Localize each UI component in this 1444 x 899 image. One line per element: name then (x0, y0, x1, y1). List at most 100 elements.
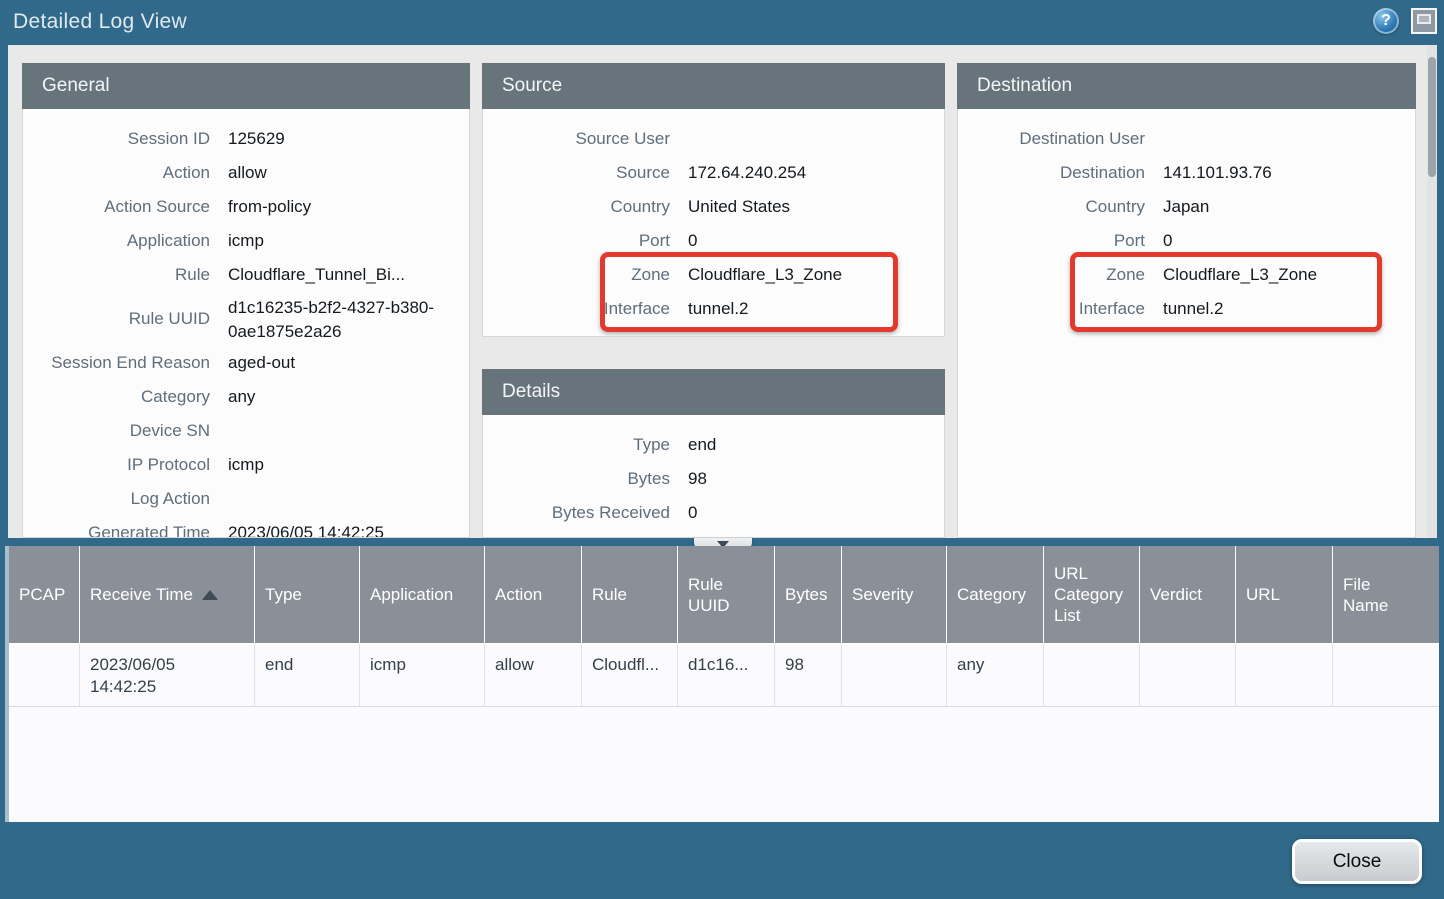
detailed-log-view-dialog: Detailed Log View ? General Session ID 1… (0, 0, 1444, 899)
field-row-rule-uuid: Rule UUID d1c16235-b2f2-4327-b380-0ae187… (23, 292, 469, 346)
field-row-interface: Interface tunnel.2 (958, 292, 1415, 326)
scrollbar-thumb[interactable] (1428, 57, 1436, 177)
details-panel: Details Type end Bytes 98 Bytes Received… (482, 369, 945, 538)
cell-receive-time: 2023/06/05 14:42:25 (80, 645, 255, 706)
destination-panel-title: Destination (957, 63, 1416, 109)
vertical-scrollbar[interactable] (1427, 45, 1437, 538)
titlebar: Detailed Log View ? (0, 0, 1444, 45)
column-header-verdict[interactable]: Verdict (1140, 546, 1236, 643)
field-row-bytes: Bytes 98 (483, 462, 944, 496)
column-header-application[interactable]: Application (360, 546, 485, 643)
column-header-pcap[interactable]: PCAP (9, 546, 80, 643)
field-value: tunnel.2 (688, 292, 944, 326)
field-value: Cloudflare_L3_Zone (688, 258, 944, 292)
field-label: Session ID (23, 122, 228, 156)
field-row-type: Type end (483, 428, 944, 462)
cell-action: allow (485, 645, 582, 706)
close-button[interactable]: Close (1292, 839, 1422, 884)
cell-url (1236, 645, 1333, 706)
field-row-destination: Destination 141.101.93.76 (958, 156, 1415, 190)
field-label: Application (23, 224, 228, 258)
field-value: Cloudflare_Tunnel_Bi... (228, 258, 469, 292)
field-value: 0 (1163, 224, 1415, 258)
cell-url-category-list (1044, 645, 1140, 706)
destination-panel: Destination Destination User Destination… (957, 63, 1416, 538)
field-label: Destination (958, 156, 1163, 190)
field-label: Bytes Received (483, 496, 688, 530)
field-row-device-sn: Device SN (23, 414, 469, 448)
field-label: Category (23, 380, 228, 414)
cell-rule-uuid: d1c16... (678, 645, 775, 706)
field-value: 2023/06/05 14:42:25 (228, 516, 469, 538)
help-icon[interactable]: ? (1373, 8, 1399, 34)
field-row-action: Action allow (23, 156, 469, 190)
cell-type: end (255, 645, 360, 706)
field-row-source-user: Source User (483, 122, 944, 156)
field-row-category: Category any (23, 380, 469, 414)
column-header-rule[interactable]: Rule (582, 546, 678, 643)
cell-bytes: 98 (775, 645, 842, 706)
column-header-url[interactable]: URL (1236, 546, 1333, 643)
details-panel-body: Type end Bytes 98 Bytes Received 0 (482, 415, 945, 538)
column-header-bytes[interactable]: Bytes (775, 546, 842, 643)
field-label: Port (958, 224, 1163, 258)
dialog-title: Detailed Log View (13, 10, 187, 34)
column-header-type[interactable]: Type (255, 546, 360, 643)
column-header-rule-uuid[interactable]: Rule UUID (678, 546, 775, 643)
field-row-session-end-reason: Session End Reason aged-out (23, 346, 469, 380)
column-header-receive-time[interactable]: Receive Time (80, 546, 255, 643)
field-value: aged-out (228, 346, 469, 380)
field-row-rule: Rule Cloudflare_Tunnel_Bi... (23, 258, 469, 292)
field-row-source: Source 172.64.240.254 (483, 156, 944, 190)
field-row-country: Country Japan (958, 190, 1415, 224)
field-value: from-policy (228, 190, 469, 224)
field-value: d1c16235-b2f2-4327-b380-0ae1875e2a26 (228, 296, 469, 344)
field-value: icmp (228, 224, 469, 258)
field-value (228, 414, 469, 448)
field-label: Zone (483, 258, 688, 292)
field-label: Destination User (958, 122, 1163, 156)
field-row-ip-protocol: IP Protocol icmp (23, 448, 469, 482)
detail-panels-area: General Session ID 125629 Action allow A… (8, 45, 1437, 538)
column-header-file-name[interactable]: File Name (1333, 546, 1439, 643)
window-icon[interactable] (1411, 8, 1437, 34)
field-label: Source User (483, 122, 688, 156)
column-header-action[interactable]: Action (485, 546, 582, 643)
field-value: end (688, 428, 944, 462)
field-label: Action Source (23, 190, 228, 224)
field-value: tunnel.2 (1163, 292, 1415, 326)
field-value: 98 (688, 462, 944, 496)
destination-panel-body: Destination User Destination 141.101.93.… (957, 109, 1416, 538)
table-row[interactable]: 2023/06/05 14:42:25 end icmp allow Cloud… (9, 645, 1439, 707)
field-row-application: Application icmp (23, 224, 469, 258)
column-header-category[interactable]: Category (947, 546, 1044, 643)
field-label: Bytes (483, 462, 688, 496)
field-label: Interface (483, 292, 688, 326)
field-row-generated-time: Generated Time 2023/06/05 14:42:25 (23, 516, 469, 538)
field-row-port: Port 0 (483, 224, 944, 258)
cell-verdict (1140, 645, 1236, 706)
details-panel-title: Details (482, 369, 945, 415)
window-icon-inner (1417, 14, 1431, 24)
source-panel: Source Source User Source 172.64.240.254… (482, 63, 945, 337)
field-row-session-id: Session ID 125629 (23, 122, 469, 156)
field-value (228, 482, 469, 516)
field-value (1163, 122, 1415, 156)
column-header-url-category-list[interactable]: URL Category List (1044, 546, 1140, 643)
field-row-country: Country United States (483, 190, 944, 224)
sort-ascending-icon (202, 590, 218, 600)
column-header-severity[interactable]: Severity (842, 546, 947, 643)
cell-category: any (947, 645, 1044, 706)
field-value: Japan (1163, 190, 1415, 224)
field-label: Action (23, 156, 228, 190)
field-value: allow (228, 156, 469, 190)
field-row-bytes-received: Bytes Received 0 (483, 496, 944, 530)
field-label: Generated Time (23, 516, 228, 538)
field-row-log-action: Log Action (23, 482, 469, 516)
general-panel-body: Session ID 125629 Action allow Action So… (22, 109, 470, 538)
cell-application: icmp (360, 645, 485, 706)
field-label: Port (483, 224, 688, 258)
field-label: Source (483, 156, 688, 190)
field-row-action-source: Action Source from-policy (23, 190, 469, 224)
field-label: Country (483, 190, 688, 224)
